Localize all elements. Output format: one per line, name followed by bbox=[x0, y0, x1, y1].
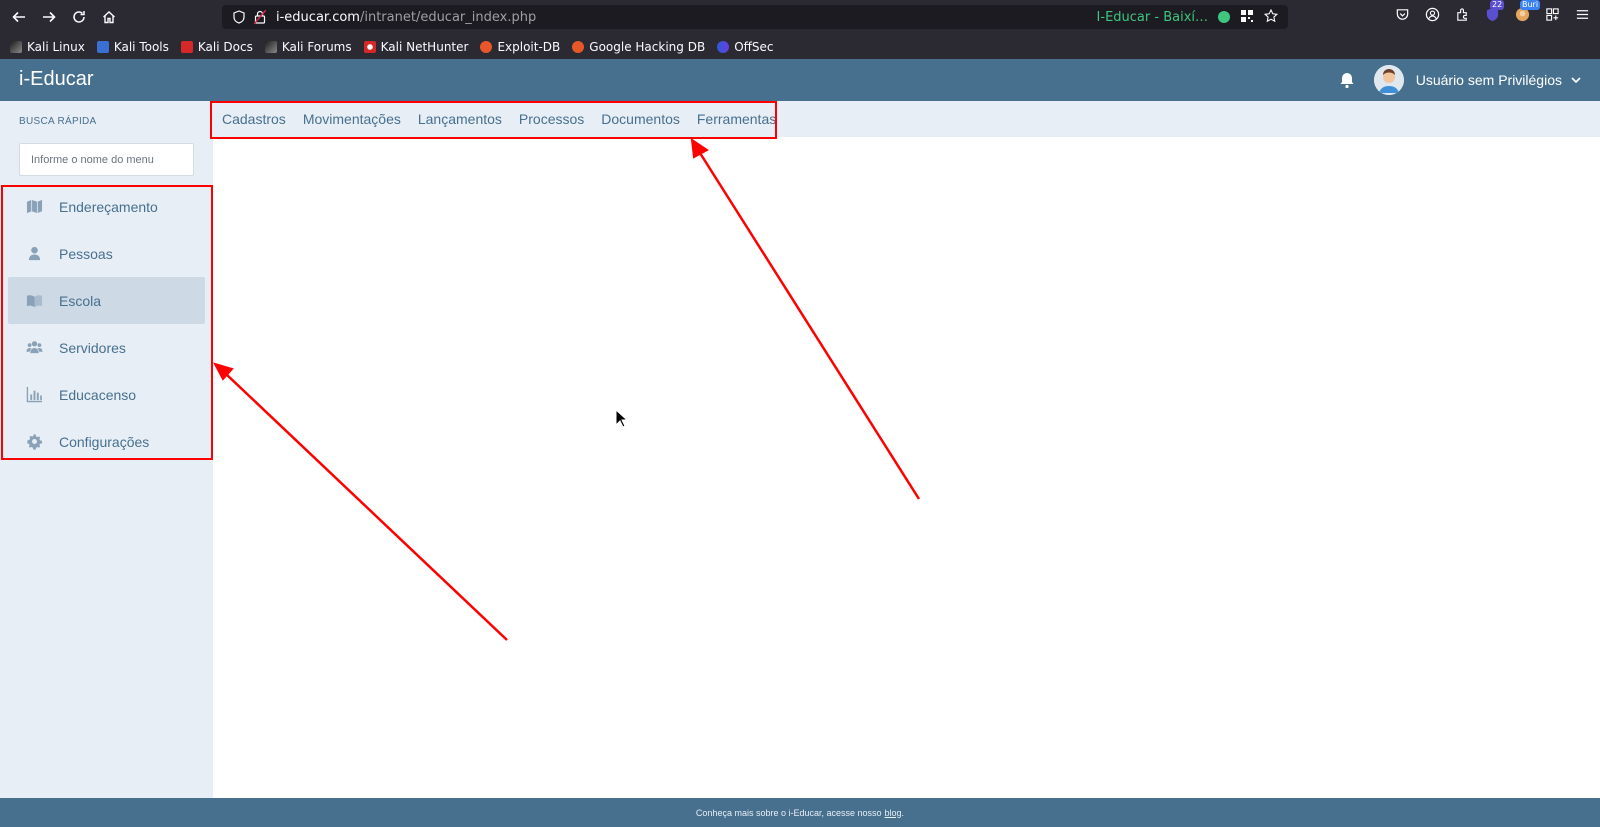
main-content bbox=[213, 137, 1600, 798]
chevron-down-icon[interactable] bbox=[1570, 74, 1582, 86]
sidebar-item-label: Educacenso bbox=[59, 386, 137, 403]
sidebar-item-label: Escola bbox=[59, 292, 102, 309]
star-icon[interactable] bbox=[1263, 8, 1279, 27]
app-title[interactable]: i-Educar bbox=[19, 68, 93, 91]
user-name[interactable]: Usuário sem Privilégios bbox=[1416, 72, 1562, 88]
back-arrow-icon[interactable] bbox=[8, 6, 30, 28]
bookmark-label: Exploit-DB bbox=[497, 39, 561, 54]
footer: Conheça mais sobre o i-Educar, acesse no… bbox=[0, 798, 1600, 827]
book-open-icon bbox=[25, 292, 43, 310]
top-menu-bar: Cadastros Movimentações Lançamentos Proc… bbox=[213, 101, 1600, 137]
menu-processos[interactable]: Processos bbox=[519, 111, 584, 127]
mouse-cursor-icon bbox=[615, 409, 629, 428]
avatar[interactable] bbox=[1373, 65, 1404, 95]
bookmark-google-hacking-db[interactable]: Google Hacking DB bbox=[572, 40, 705, 54]
sidebar-item-configuracoes[interactable]: Configurações bbox=[8, 418, 205, 465]
forward-arrow-icon[interactable] bbox=[38, 6, 60, 28]
bookmark-label: Kali Forums bbox=[281, 39, 352, 54]
bookmark-kali-tools[interactable]: Kali Tools bbox=[96, 39, 169, 54]
kali-tools-icon bbox=[96, 40, 109, 53]
sidebar-item-enderecamento[interactable]: Endereçamento bbox=[8, 183, 205, 230]
kali-docs-icon bbox=[180, 40, 193, 53]
bookmark-label: Kali Docs bbox=[197, 39, 253, 54]
user-icon bbox=[25, 245, 43, 263]
quick-search-label: BUSCA RÁPIDA bbox=[19, 116, 97, 127]
shield-icon[interactable] bbox=[232, 10, 246, 24]
extensions-icon[interactable] bbox=[1454, 6, 1470, 22]
sidebar-menu: Endereçamento Pessoas Escola Servidores … bbox=[8, 183, 205, 465]
sidebar-item-label: Endereçamento bbox=[59, 198, 158, 215]
extension-badge-2: Buri bbox=[1520, 0, 1541, 10]
apps-grid-icon[interactable] bbox=[1544, 6, 1560, 22]
sidebar-item-label: Servidores bbox=[59, 339, 126, 356]
bookmark-label: Google Hacking DB bbox=[589, 39, 706, 54]
sidebar-item-label: Pessoas bbox=[59, 245, 113, 262]
sidebar-item-escola[interactable]: Escola bbox=[8, 277, 205, 324]
footer-blog-link[interactable]: blog bbox=[885, 808, 902, 818]
pocket-icon[interactable] bbox=[1394, 6, 1410, 22]
menu-ferramentas[interactable]: Ferramentas bbox=[697, 111, 776, 127]
gear-icon bbox=[25, 433, 43, 451]
menu-documentos[interactable]: Documentos bbox=[601, 111, 680, 127]
bookmark-label: OffSec bbox=[734, 39, 774, 54]
hamburger-menu-icon[interactable] bbox=[1574, 6, 1590, 22]
sidebar-item-educacenso[interactable]: Educacenso bbox=[8, 371, 205, 418]
account-icon[interactable] bbox=[1424, 6, 1440, 22]
users-icon bbox=[25, 339, 43, 357]
bookmark-kali-docs[interactable]: Kali Docs bbox=[180, 39, 253, 54]
menu-cadastros[interactable]: Cadastros bbox=[222, 111, 286, 127]
url-host: i-educar.com bbox=[276, 9, 360, 25]
menu-movimentacoes[interactable]: Movimentações bbox=[303, 111, 401, 127]
quick-search-input[interactable] bbox=[19, 143, 194, 176]
extension-shield-icon[interactable]: 22 bbox=[1484, 0, 1505, 22]
bar-chart-icon bbox=[25, 386, 43, 404]
home-icon[interactable] bbox=[98, 6, 120, 28]
kali-dragon-icon bbox=[264, 40, 277, 53]
map-icon bbox=[25, 198, 43, 216]
bookmark-kali-linux[interactable]: Kali Linux bbox=[10, 40, 85, 54]
sidebar-item-pessoas[interactable]: Pessoas bbox=[8, 230, 205, 277]
bookmark-exploit-db[interactable]: Exploit-DB bbox=[480, 40, 560, 54]
nethunter-icon bbox=[363, 40, 376, 53]
bookmark-label: Kali Linux bbox=[27, 39, 85, 54]
offsec-icon bbox=[717, 40, 730, 53]
bookmark-kali-nethunter[interactable]: Kali NetHunter bbox=[363, 39, 469, 54]
browser-toolbar: i-educar.com/intranet/educar_index.php I… bbox=[0, 0, 1600, 34]
url-bar[interactable]: i-educar.com/intranet/educar_index.php I… bbox=[222, 5, 1288, 29]
sidebar: BUSCA RÁPIDA Endereçamento Pessoas Escol… bbox=[0, 101, 213, 798]
url-text: i-educar.com/intranet/educar_index.php bbox=[276, 10, 536, 25]
menu-lancamentos[interactable]: Lançamentos bbox=[418, 111, 502, 127]
site-name: I-Educar - Baixí… bbox=[1096, 9, 1208, 25]
sidebar-item-label: Configurações bbox=[59, 433, 150, 450]
kali-dragon-icon bbox=[10, 40, 22, 53]
lock-icon[interactable] bbox=[254, 10, 266, 24]
status-dot-icon bbox=[1218, 11, 1230, 23]
bookmark-kali-forums[interactable]: Kali Forums bbox=[264, 39, 352, 54]
app-header: i-Educar Usuário sem Privilégios bbox=[0, 59, 1600, 101]
bookmarks-bar: Kali Linux Kali Tools Kali Docs Kali For… bbox=[0, 34, 1600, 59]
exploitdb-icon bbox=[572, 40, 585, 53]
exploitdb-icon bbox=[480, 40, 493, 53]
reload-icon[interactable] bbox=[68, 6, 90, 28]
sidebar-item-servidores[interactable]: Servidores bbox=[8, 324, 205, 371]
bookmark-label: Kali NetHunter bbox=[380, 39, 469, 54]
extension-avatar-icon[interactable]: Buri bbox=[1514, 0, 1541, 22]
footer-suffix: . bbox=[901, 807, 905, 818]
footer-text: Conheça mais sobre o i-Educar, acesse no… bbox=[695, 807, 882, 818]
bookmark-label: Kali Tools bbox=[113, 39, 169, 54]
url-path: /intranet/educar_index.php bbox=[359, 9, 537, 25]
bell-icon[interactable] bbox=[1338, 71, 1356, 89]
grid-icon[interactable] bbox=[1240, 8, 1254, 27]
bookmark-offsec[interactable]: OffSec bbox=[717, 39, 774, 54]
extension-badge: 22 bbox=[1490, 0, 1505, 10]
